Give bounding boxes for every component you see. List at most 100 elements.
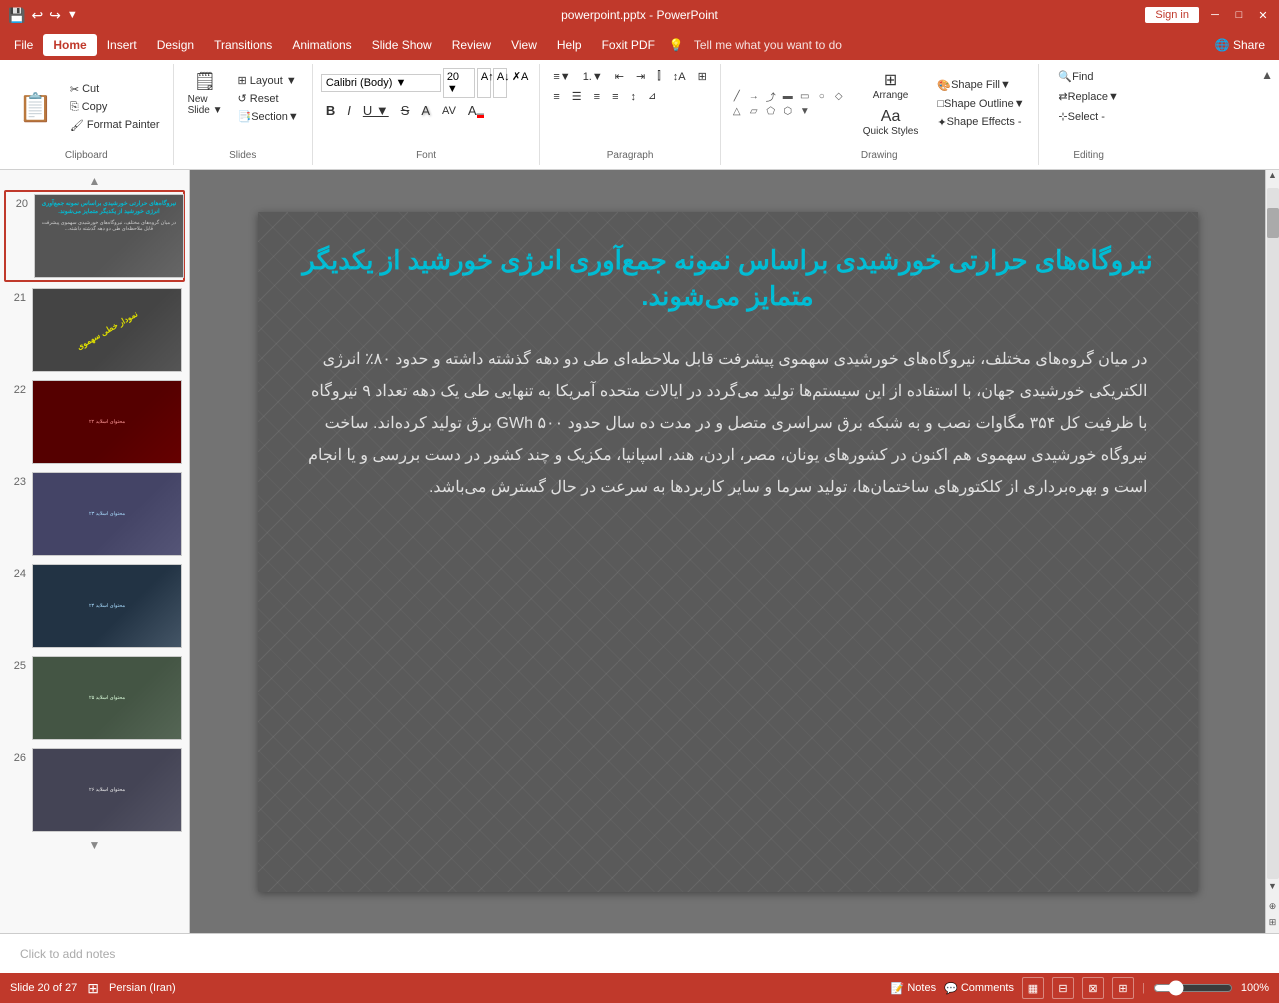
share-button[interactable]: 🌐 Share <box>1205 34 1275 56</box>
columns-btn[interactable]: ⫿ <box>652 68 666 85</box>
shape-outline-button[interactable]: □ Shape Outline ▼ <box>932 96 1029 112</box>
layout-button[interactable]: ⊞ Layout ▼ <box>233 72 304 89</box>
text-shadow-button[interactable]: A <box>416 101 435 120</box>
scroll-down-btn[interactable]: ▼ <box>1266 881 1279 897</box>
bold-button[interactable]: B <box>321 101 340 120</box>
notes-placeholder[interactable]: Click to add notes <box>20 947 115 961</box>
menu-foxit[interactable]: Foxit PDF <box>592 34 665 56</box>
slide-item-23[interactable]: 23 محتوای اسلاید ۲۳ <box>4 470 185 558</box>
shape-hex[interactable]: ⬡ <box>780 104 796 118</box>
slide-item-22[interactable]: 22 محتوای اسلاید ۲۲ <box>4 378 185 466</box>
reset-button[interactable]: ↺ Reset <box>233 90 304 107</box>
shape-arrow[interactable]: → <box>746 89 762 103</box>
paragraph-expand-btn[interactable]: ⊿ <box>643 89 661 104</box>
slide-item-24[interactable]: 24 محتوای اسلاید ۲۴ <box>4 562 185 650</box>
shape-more[interactable]: ▼ <box>797 104 813 118</box>
align-left-btn[interactable]: ≡ <box>548 89 564 105</box>
menu-review[interactable]: Review <box>442 34 501 56</box>
sign-in-button[interactable]: Sign in <box>1145 7 1199 23</box>
menu-transitions[interactable]: Transitions <box>204 34 282 56</box>
slide-item-26[interactable]: 26 محتوای اسلاید ۲۶ <box>4 746 185 834</box>
align-center-btn[interactable]: ☰ <box>567 88 587 105</box>
format-painter-button[interactable]: 🖌 Format Painter <box>65 117 165 134</box>
shape-para[interactable]: ▱ <box>746 104 762 118</box>
menu-view[interactable]: View <box>501 34 547 56</box>
list-number-btn[interactable]: 1.▼ <box>578 69 608 85</box>
font-increase-btn[interactable]: A↑ <box>477 68 491 98</box>
shape-effects-button[interactable]: ✦ Shape Effects - <box>932 114 1029 131</box>
font-decrease-btn[interactable]: A↓ <box>493 68 507 98</box>
slide-item-20[interactable]: 20 نیروگاه‌های حرارتی خورشیدی براساس نمو… <box>4 190 185 282</box>
copy-button[interactable]: ⎘ Copy <box>65 99 165 116</box>
increase-indent-btn[interactable]: ⇥ <box>631 68 650 85</box>
justify-btn[interactable]: ≡ <box>607 89 623 105</box>
smart-art-btn[interactable]: ⊞ <box>693 68 712 85</box>
clear-formatting-btn[interactable]: ✗A <box>509 68 532 98</box>
redo-icon[interactable]: ↪ <box>49 7 61 24</box>
select-button[interactable]: ⊹ Select - <box>1053 108 1123 125</box>
notes-status-btn[interactable]: 📝 Notes <box>891 982 936 995</box>
menu-design[interactable]: Design <box>147 34 204 56</box>
slide-item-21[interactable]: 21 نمودار خطی سهموی <box>4 286 185 374</box>
scrollbar-track[interactable] <box>1267 188 1279 879</box>
line-spacing-btn[interactable]: ↕ <box>626 89 642 105</box>
decrease-indent-btn[interactable]: ⇤ <box>610 68 629 85</box>
slide-sorter-btn[interactable]: ⊟ <box>1052 977 1074 999</box>
shape-diamond[interactable]: ◇ <box>831 89 847 103</box>
quick-styles-button[interactable]: Aa Quick Styles <box>857 106 925 139</box>
normal-view-btn[interactable]: ▦ <box>1022 977 1044 999</box>
slide-panel-scroll-up[interactable]: ▲ <box>4 174 185 188</box>
shape-connector[interactable]: ⤴ <box>763 89 779 103</box>
align-right-btn[interactable]: ≡ <box>589 89 605 105</box>
shape-rect[interactable]: ▬ <box>780 89 796 103</box>
reading-view-btn[interactable]: ⊠ <box>1082 977 1104 999</box>
text-direction-btn[interactable]: ↕A <box>668 69 691 85</box>
shape-rounded[interactable]: ▭ <box>797 89 813 103</box>
shape-circle[interactable]: ○ <box>814 89 830 103</box>
undo-icon[interactable]: ↩ <box>31 7 43 24</box>
font-size-input[interactable]: 20 ▼ <box>443 68 475 98</box>
scroll-up-btn[interactable]: ▲ <box>1266 170 1279 186</box>
save-icon[interactable]: 💾 <box>8 7 25 24</box>
customize-icon[interactable]: ▼ <box>67 9 78 21</box>
menu-file[interactable]: File <box>4 34 43 56</box>
menu-help[interactable]: Help <box>547 34 592 56</box>
menu-home[interactable]: Home <box>43 34 96 56</box>
presenter-view-btn[interactable]: ⊞ <box>1112 977 1134 999</box>
shape-pent[interactable]: ⬠ <box>763 104 779 118</box>
shape-tri[interactable]: △ <box>729 104 745 118</box>
list-bullet-btn[interactable]: ≡▼ <box>548 69 575 85</box>
slide-title[interactable]: نیروگاه‌های حرارتی خورشیدی براساس نمونه … <box>258 212 1198 335</box>
menu-slideshow[interactable]: Slide Show <box>362 34 442 56</box>
menu-animations[interactable]: Animations <box>282 34 361 56</box>
slide-viewport[interactable]: نیروگاه‌های حرارتی خورشیدی براساس نمونه … <box>258 212 1198 892</box>
cut-button[interactable]: ✂ Cut <box>65 81 165 98</box>
fit-page-btn[interactable]: ⊕ <box>1266 901 1279 917</box>
menu-insert[interactable]: Insert <box>97 34 147 56</box>
tell-me-input[interactable]: Tell me what you want to do <box>684 34 852 56</box>
shape-fill-button[interactable]: 🎨 Shape Fill ▼ <box>932 77 1029 94</box>
scrollbar-thumb[interactable] <box>1267 208 1279 238</box>
italic-button[interactable]: I <box>342 101 356 120</box>
paste-button[interactable]: 📋 <box>8 87 63 128</box>
arrange-button[interactable]: ⊞ Arrange <box>857 68 925 103</box>
ribbon-collapse-btn[interactable]: ▲ <box>1255 64 1279 165</box>
underline-button[interactable]: U ▼ <box>358 101 394 120</box>
new-slide-button[interactable]: 🗒 NewSlide ▼ <box>182 68 229 119</box>
find-button[interactable]: 🔍 Find <box>1053 68 1123 85</box>
replace-button[interactable]: ⇄ Replace ▼ <box>1053 88 1123 105</box>
shape-line[interactable]: ╱ <box>729 89 745 103</box>
slide-info-icon[interactable]: ⊞ <box>87 980 99 997</box>
notes-bar[interactable]: Click to add notes <box>0 933 1279 973</box>
section-button[interactable]: 📑 Section ▼ <box>233 108 304 125</box>
zoom-slider[interactable] <box>1153 980 1233 996</box>
slide-item-25[interactable]: 25 محتوای اسلاید ۲۵ <box>4 654 185 742</box>
font-color-button[interactable]: A_ <box>463 101 489 120</box>
font-name-selector[interactable]: Calibri (Body) ▼ <box>321 74 441 92</box>
close-button[interactable]: ✕ <box>1255 7 1271 23</box>
comments-status-btn[interactable]: 💬 Comments <box>944 982 1014 995</box>
strikethrough-button[interactable]: S <box>396 101 415 120</box>
slide-body[interactable]: در میان گروه‌های مختلف، نیروگاه‌های خورش… <box>258 334 1198 514</box>
restore-button[interactable]: □ <box>1231 7 1247 23</box>
zoom-fit-btn[interactable]: ⊞ <box>1266 917 1279 933</box>
